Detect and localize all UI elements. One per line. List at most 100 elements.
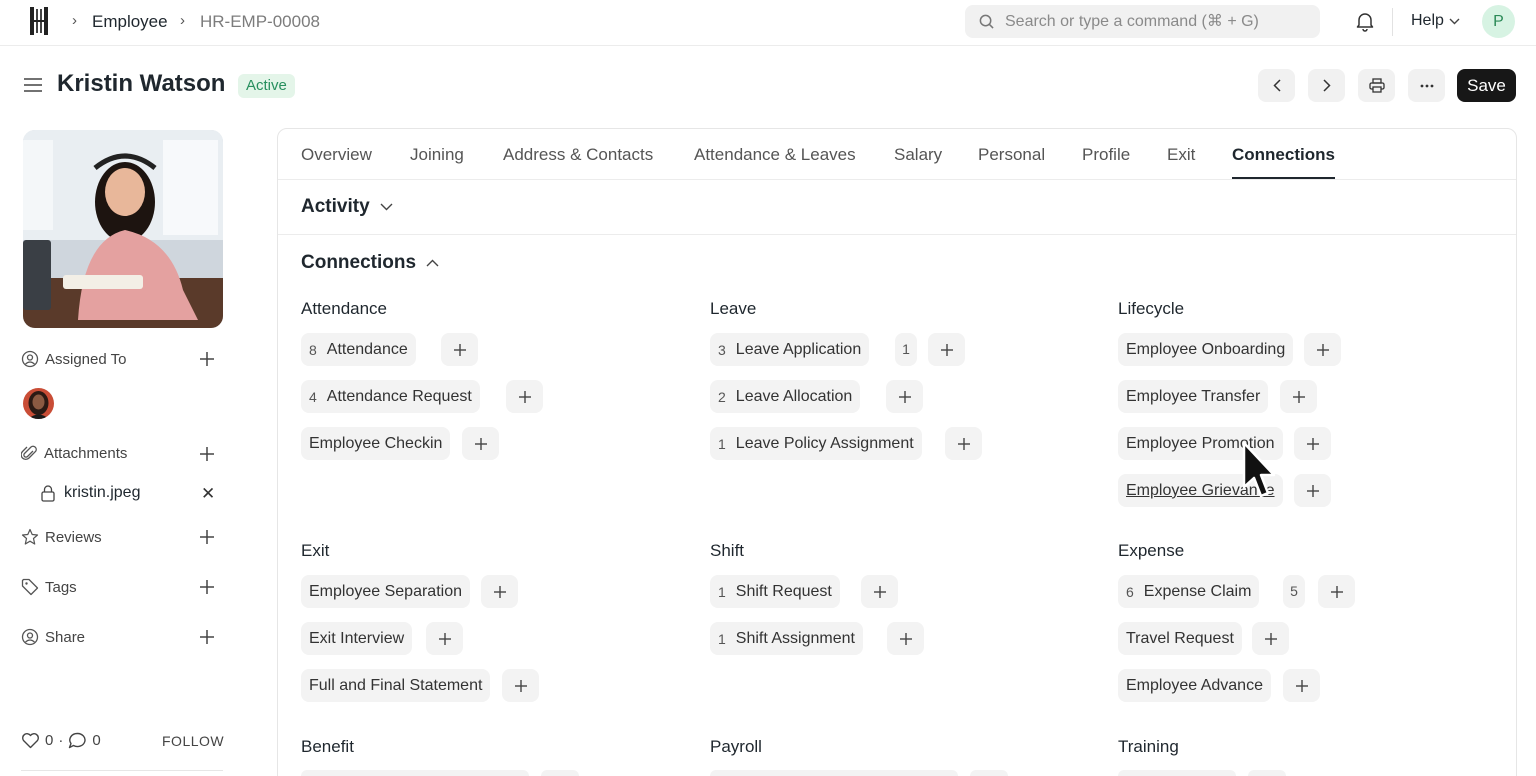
tab-exit[interactable]: Exit <box>1167 145 1195 165</box>
add-attendance-request-button[interactable] <box>506 380 543 413</box>
add-employee-advance-button[interactable] <box>1283 669 1320 702</box>
connection-link-shift-request[interactable]: 1 Shift Request <box>710 575 840 608</box>
add-employee-grievance-button[interactable] <box>1294 474 1331 507</box>
add-shift-request-button[interactable] <box>861 575 898 608</box>
comment-icon[interactable] <box>68 732 87 749</box>
page-title: Kristin Watson <box>57 70 226 97</box>
connection-link-attendance[interactable]: 8 Attendance <box>301 333 416 366</box>
connection-link-employee-checkin[interactable]: Employee Checkin <box>301 427 451 460</box>
connections-section-toggle[interactable]: Connections <box>301 252 439 274</box>
add-employee-checkin-button[interactable] <box>462 427 499 460</box>
connection-count: 4 <box>309 388 317 405</box>
tab-profile[interactable]: Profile <box>1082 145 1130 165</box>
assignee-avatar[interactable] <box>23 388 54 419</box>
connection-link-partial[interactable] <box>301 770 529 776</box>
group-title-training: Training <box>1118 737 1179 756</box>
plus-icon <box>1306 437 1319 450</box>
status-badge: Active <box>238 74 295 98</box>
tab-connections[interactable]: Connections <box>1232 145 1335 165</box>
add-button-partial[interactable] <box>1248 770 1286 776</box>
chevron-right-icon <box>1322 79 1331 92</box>
connection-count: 8 <box>309 341 317 358</box>
connection-count: 1 <box>718 630 726 647</box>
breadcrumb-record-id[interactable]: HR-EMP-00008 <box>200 12 320 32</box>
close-icon[interactable]: ✕ <box>201 484 215 504</box>
save-button[interactable]: Save <box>1457 69 1516 102</box>
more-icon <box>1420 84 1433 87</box>
add-shift-assignment-button[interactable] <box>887 622 924 655</box>
connection-link-leave-allocation[interactable]: 2 Leave Allocation <box>710 380 861 413</box>
add-assignee-plus-icon[interactable] <box>199 351 215 367</box>
tab-salary[interactable]: Salary <box>894 145 942 165</box>
help-dropdown[interactable]: Help <box>1411 12 1460 30</box>
add-leave-allocation-button[interactable] <box>886 380 923 413</box>
add-attachment-plus-icon[interactable] <box>199 446 215 462</box>
connection-link-employee-onboarding[interactable]: Employee Onboarding <box>1118 333 1294 366</box>
connection-link-attendance-request[interactable]: 4 Attendance Request <box>301 380 480 413</box>
breadcrumb-employee[interactable]: Employee <box>92 12 168 32</box>
add-employee-separation-button[interactable] <box>481 575 518 608</box>
connection-link-shift-assignment[interactable]: 1 Shift Assignment <box>710 622 863 655</box>
more-actions-button[interactable] <box>1408 69 1445 102</box>
follow-button[interactable]: FOLLOW <box>162 733 224 749</box>
connection-link-employee-separation[interactable]: Employee Separation <box>301 575 470 608</box>
previous-record-button[interactable] <box>1258 69 1295 102</box>
next-record-button[interactable] <box>1308 69 1345 102</box>
search-bar[interactable] <box>965 5 1320 38</box>
connection-link-expense-claim[interactable]: 6 Expense Claim <box>1118 575 1260 608</box>
add-expense-claim-button[interactable] <box>1318 575 1355 608</box>
add-button-partial[interactable] <box>970 770 1008 776</box>
connection-link-leave-policy-assignment[interactable]: 1 Leave Policy Assignment <box>710 427 922 460</box>
attachments-section: Attachments <box>21 445 127 462</box>
add-button-partial[interactable] <box>541 770 579 776</box>
connection-link-partial[interactable] <box>1118 770 1236 776</box>
add-tag-plus-icon[interactable] <box>199 579 215 595</box>
activity-section-toggle[interactable]: Activity <box>301 196 393 218</box>
add-full-and-final-statement-button[interactable] <box>502 669 539 702</box>
tab-joining[interactable]: Joining <box>410 145 464 165</box>
connection-link-full-and-final-statement[interactable]: Full and Final Statement <box>301 669 491 702</box>
hamburger-icon[interactable] <box>24 77 42 93</box>
paperclip-icon <box>21 445 37 460</box>
print-button[interactable] <box>1358 69 1395 102</box>
tab-address-contacts[interactable]: Address & Contacts <box>503 145 653 165</box>
open-count-badge[interactable]: 1 <box>895 333 917 366</box>
connection-label: Full and Final Statement <box>309 676 483 694</box>
employee-photo[interactable] <box>23 130 223 328</box>
add-employee-onboarding-button[interactable] <box>1304 333 1341 366</box>
attachment-file[interactable]: kristin.jpeg <box>40 484 140 502</box>
connection-link-employee-transfer[interactable]: Employee Transfer <box>1118 380 1269 413</box>
search-input[interactable] <box>1005 5 1305 38</box>
add-review-plus-icon[interactable] <box>199 529 215 545</box>
printer-icon <box>1368 78 1385 93</box>
app-logo[interactable] <box>29 6 49 36</box>
add-leave-policy-assignment-button[interactable] <box>945 427 982 460</box>
add-leave-application-button[interactable] <box>928 333 965 366</box>
open-count-badge[interactable]: 5 <box>1283 575 1305 608</box>
tab-attendance-leaves[interactable]: Attendance & Leaves <box>694 145 856 165</box>
heart-icon[interactable] <box>21 732 40 749</box>
tab-overview[interactable]: Overview <box>301 145 372 165</box>
connection-label: Leave Allocation <box>735 387 853 405</box>
tab-personal[interactable]: Personal <box>978 145 1045 165</box>
reviews-section: Reviews <box>21 528 102 546</box>
add-share-plus-icon[interactable] <box>199 629 215 645</box>
lock-icon <box>41 484 55 502</box>
attachment-file-name[interactable]: kristin.jpeg <box>64 484 140 502</box>
add-exit-interview-button[interactable] <box>426 622 463 655</box>
divider <box>21 770 223 771</box>
add-attendance-button[interactable] <box>441 333 478 366</box>
add-employee-promotion-button[interactable] <box>1294 427 1331 460</box>
connection-link-employee-advance[interactable]: Employee Advance <box>1118 669 1271 702</box>
connection-count: 3 <box>718 341 726 358</box>
connection-link-leave-application[interactable]: 3 Leave Application <box>710 333 870 366</box>
bell-icon[interactable] <box>1355 11 1375 32</box>
add-employee-transfer-button[interactable] <box>1280 380 1317 413</box>
connection-label: Leave Application <box>735 340 862 358</box>
connection-link-partial[interactable] <box>710 770 958 776</box>
plus-icon <box>1264 632 1277 645</box>
connection-link-travel-request[interactable]: Travel Request <box>1118 622 1242 655</box>
connection-link-exit-interview[interactable]: Exit Interview <box>301 622 413 655</box>
add-travel-request-button[interactable] <box>1252 622 1289 655</box>
user-avatar[interactable]: P <box>1482 5 1515 38</box>
